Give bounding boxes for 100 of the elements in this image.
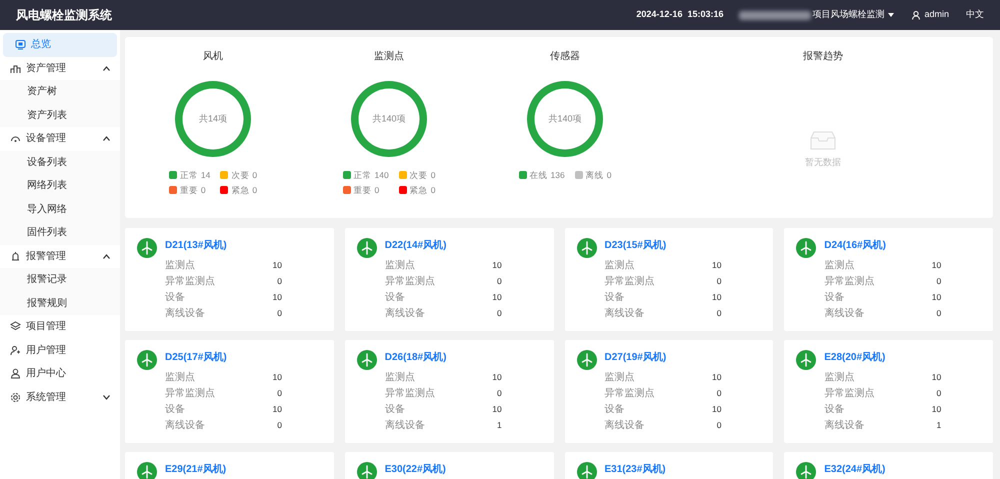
turbine-name[interactable]: D23(15#风机) (604, 238, 722, 253)
stat-value: 10 (492, 290, 502, 304)
project-dropdown[interactable]: 项目风场螺栓监测 (811, 7, 896, 23)
alarm-icon (10, 250, 21, 262)
legend-count: 14 (200, 169, 210, 182)
chart-title: 监测点 (374, 50, 404, 64)
stat-value: 0 (936, 386, 942, 400)
legend-label: 重要 (354, 184, 372, 196)
sidebar-item[interactable]: 资产管理 (0, 56, 120, 80)
legend-count: 136 (550, 169, 565, 182)
legend-label: 重要 (180, 184, 198, 196)
sidebar-item[interactable]: 设备管理 (0, 127, 120, 150)
stat-value: 10 (712, 290, 722, 304)
stat-label: 异常监测点 (165, 386, 215, 400)
wind-turbine-icon (796, 238, 816, 258)
stat-value: 0 (497, 306, 502, 320)
sidebar-subitem[interactable]: 设备列表 (0, 150, 120, 174)
stat-label: 离线设备 (384, 306, 425, 320)
stat-label: 设备 (824, 402, 844, 416)
stat-label: 设备 (384, 290, 405, 304)
stat-value: 10 (712, 258, 722, 272)
stat-value: 10 (932, 370, 942, 384)
stat-value: 0 (497, 274, 502, 288)
wind-turbine-icon (796, 350, 816, 370)
legend-label: 次要 (231, 169, 250, 182)
legend-count: 0 (252, 169, 258, 182)
stat-label: 离线设备 (165, 306, 205, 320)
settings-icon (10, 392, 21, 403)
sidebar-subitem[interactable]: 报警规则 (0, 292, 120, 315)
language-selector[interactable]: 中文 (966, 8, 984, 22)
turbine-name[interactable]: D21(13#风机) (165, 238, 282, 253)
legend-label: 正常 (180, 169, 198, 182)
turbine-name[interactable]: D22(14#风机) (384, 238, 502, 253)
stat-value: 0 (277, 418, 282, 432)
layers-icon (10, 321, 21, 332)
sidebar-subitem[interactable]: 网络列表 (0, 174, 120, 198)
datetime: 2024-12-16 15:03:16 (636, 8, 724, 22)
chart-title: 风机 (203, 50, 223, 64)
turbine-name[interactable]: E32(24#风机) (824, 462, 886, 477)
stat-label: 异常监测点 (824, 274, 874, 288)
turbine-name[interactable]: E28(20#风机) (824, 350, 942, 365)
stat-value: 0 (716, 306, 722, 320)
stat-label: 监测点 (824, 370, 854, 384)
wind-turbine-icon (137, 350, 157, 370)
chart-title: 传感器 (550, 50, 580, 64)
stat-value: 10 (932, 402, 942, 416)
stat-label: 监测点 (824, 258, 854, 272)
stat-value: 1 (497, 418, 502, 432)
stat-label: 异常监测点 (604, 386, 654, 400)
wind-turbine-icon (576, 350, 596, 370)
user-add-icon (10, 344, 21, 356)
chevron-up-icon (103, 136, 110, 142)
legend-count: 0 (606, 169, 612, 182)
sidebar-item[interactable]: 用户中心 (0, 362, 120, 386)
stat-value: 10 (272, 258, 282, 272)
stat-value: 1 (936, 418, 942, 432)
legend-count: 0 (430, 184, 436, 196)
sidebar-item[interactable]: 总览 (3, 33, 117, 56)
turbine-name[interactable]: D25(17#风机) (165, 350, 282, 365)
turbine-name[interactable]: E30(22#风机) (384, 462, 446, 477)
sidebar-subitem[interactable]: 资产树 (0, 80, 120, 104)
stat-value: 0 (277, 274, 282, 288)
stat-label: 监测点 (165, 258, 195, 272)
turbine-name[interactable]: E29(21#风机) (165, 462, 226, 477)
turbine-name[interactable]: D24(16#风机) (824, 238, 942, 253)
legend-label: 在线 (530, 169, 548, 182)
sidebar-item[interactable]: 项目管理 (0, 315, 120, 338)
stat-label: 监测点 (604, 258, 634, 272)
chevron-up-icon (103, 254, 110, 259)
monitor-icon (15, 39, 26, 50)
stat-label: 异常监测点 (384, 274, 435, 288)
legend-label: 紧急 (231, 184, 250, 196)
stat-label: 监测点 (384, 258, 415, 272)
stat-value: 0 (716, 386, 722, 400)
stat-label: 设备 (604, 290, 624, 304)
turbine-name[interactable]: D27(19#风机) (604, 350, 722, 365)
user-icon (912, 10, 920, 20)
stat-label: 异常监测点 (165, 274, 215, 288)
turbine-name[interactable]: E31(23#风机) (604, 462, 666, 477)
sidebar-item[interactable]: 报警管理 (0, 244, 120, 268)
stat-value: 0 (936, 274, 942, 288)
sidebar-subitem[interactable]: 导入网络 (0, 198, 120, 221)
caret-icon (888, 13, 894, 17)
sidebar-item[interactable]: 用户管理 (0, 338, 120, 362)
stat-label: 离线设备 (604, 418, 644, 432)
sidebar-subitem[interactable]: 报警记录 (0, 268, 120, 292)
stat-label: 设备 (165, 402, 185, 416)
legend-count: 0 (430, 169, 436, 182)
legend-label: 正常 (354, 169, 372, 182)
wind-turbine-icon (356, 238, 377, 258)
sidebar-subitem[interactable]: 固件列表 (0, 221, 120, 244)
turbine-name[interactable]: D26(18#风机) (384, 350, 502, 365)
donut-center-label: 共14项 (199, 112, 227, 126)
wind-turbine-icon (137, 238, 157, 258)
sidebar-subitem[interactable]: 资产列表 (0, 104, 120, 127)
sidebar-item[interactable]: 系统管理 (0, 386, 120, 409)
legend-count: 140 (374, 169, 389, 182)
user-menu[interactable]: admin (911, 7, 950, 23)
legend-label: 紧急 (410, 184, 428, 196)
chevron-up-icon (103, 66, 110, 71)
